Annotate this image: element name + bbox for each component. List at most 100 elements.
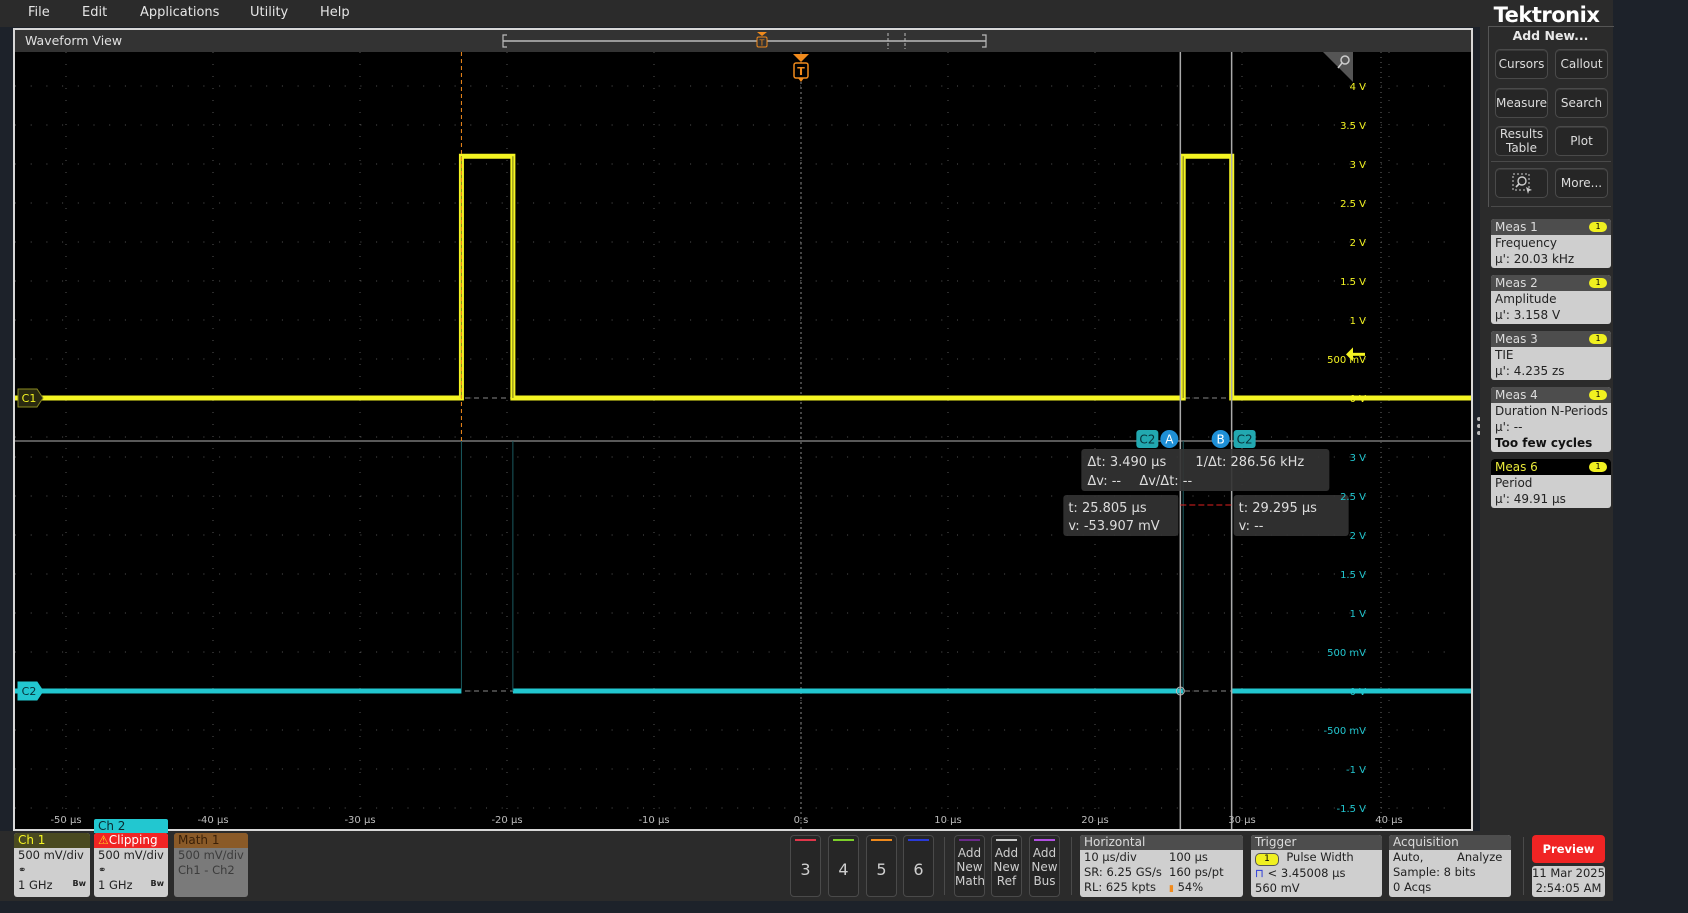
math1-badge[interactable]: Math 1 500 mV/div Ch1 - Ch2 [174, 833, 248, 897]
meas-source-badge: 1 [1589, 334, 1607, 344]
ch2-axis-label: -1.5 V [1336, 804, 1366, 815]
plot-button[interactable]: Plot [1555, 126, 1608, 156]
ch2-axis-label: 2.5 V [1340, 492, 1366, 503]
ch4-button[interactable]: 4 [828, 835, 859, 897]
menu-edit[interactable]: Edit [82, 5, 107, 20]
ch1-axis-label: 0 V [1350, 394, 1367, 405]
cursors-button[interactable]: Cursors [1495, 49, 1548, 79]
meas-1-type: Frequency [1495, 236, 1557, 250]
ch2-axis-label: -1 V [1346, 765, 1366, 776]
menu-applications[interactable]: Applications [140, 5, 219, 20]
trigger-level: 560 mV [1255, 881, 1300, 895]
add-new-heading: Add New... [1512, 28, 1589, 43]
ch3-color-bar [795, 839, 816, 841]
ch1-bandwidth: 1 GHz [18, 878, 53, 892]
window-bottom [0, 901, 1688, 913]
meas-3-type: TIE [1495, 348, 1514, 362]
ch1-offset-marker-label: C1 [22, 392, 37, 405]
trigger-condition: < 3.45008 µs [1267, 866, 1346, 880]
svg-text:T: T [759, 39, 765, 48]
meas-3-badge[interactable]: Meas 3 1 TIE µ': 4.235 zs [1491, 331, 1611, 380]
ch2-axis-label: 1 V [1350, 609, 1367, 620]
zoom-box-icon [1512, 173, 1532, 194]
preview-button[interactable]: Preview [1532, 835, 1605, 863]
acquisition-badge[interactable]: Acquisition Auto, Analyze Sample: 8 bits … [1389, 835, 1511, 897]
bus-color-bar [1034, 839, 1055, 841]
time-axis-label: -40 µs [197, 815, 228, 826]
date: 11 Mar 2025 [1532, 866, 1605, 880]
waveform-view-titlebar: Waveform View T [15, 30, 1471, 53]
ch6-button[interactable]: 6 [903, 835, 934, 897]
menu-utility[interactable]: Utility [250, 5, 288, 20]
menu-help[interactable]: Help [320, 5, 350, 20]
meas-3-title: Meas 3 [1495, 332, 1538, 346]
bandwidth-limit-icon: Bw [72, 879, 87, 888]
measure-button[interactable]: Measure [1495, 88, 1548, 118]
time-axis-label: 0 s [794, 815, 809, 826]
meas-4-type: Duration N-Periods [1495, 404, 1608, 418]
meas-6-value: µ': 49.91 µs [1495, 492, 1566, 506]
plot-area[interactable]: C2 A B C2 Δt: 3.490 µs 1/Δt: 286.56 kHz Δv: --… [15, 52, 1471, 829]
math1-expression: Ch1 - Ch2 [178, 863, 235, 877]
waveform-view[interactable]: Waveform View T C2 A B C2 Δt: 3.490 µs 1/Δt: … [13, 28, 1473, 831]
delta-v-value: Δv: -- [1087, 474, 1121, 489]
time-axis-label: 30 µs [1228, 815, 1255, 826]
sample-rate: SR: 6.25 GS/s [1084, 865, 1162, 879]
meas-source-badge: 1 [1589, 462, 1607, 472]
ch1-axis-label: 3 V [1350, 160, 1367, 171]
callout-button[interactable]: Callout [1555, 49, 1608, 79]
ch1-badge[interactable]: Ch 1 500 mV/div ⚭ 1 GHz Bw [14, 833, 90, 897]
pulse-icon: ⊓ [1255, 866, 1264, 880]
zoom-select-button[interactable] [1495, 168, 1548, 198]
divider [1523, 837, 1524, 895]
ch2-title-tab[interactable]: Ch 2 [94, 819, 168, 833]
add-new-bus-label: Add New Bus [1031, 846, 1058, 888]
divider [1491, 206, 1611, 207]
meas-1-title: Meas 1 [1495, 220, 1538, 234]
resolution: 160 ps/pt [1169, 865, 1224, 879]
ch2-axis-label: 2 V [1350, 531, 1367, 542]
ch4-label: 4 [838, 860, 849, 879]
meas-2-type: Amplitude [1495, 292, 1557, 306]
horizontal-badge[interactable]: Horizontal 10 µs/div 100 µs SR: 6.25 GS/s… [1080, 835, 1243, 897]
meas-2-badge[interactable]: Meas 2 1 Amplitude µ': 3.158 V [1491, 275, 1611, 324]
time-axis-label: -10 µs [638, 815, 669, 826]
ch3-button[interactable]: 3 [790, 835, 821, 897]
trigger-position-arrow[interactable] [793, 54, 809, 62]
add-new-math-button[interactable]: Add New Math [954, 835, 985, 897]
acquisition-analyze: Analyze [1457, 850, 1503, 864]
meas-4-value: µ': -- [1495, 420, 1523, 434]
add-new-math-label: Add New Math [955, 846, 986, 888]
meas-1-badge[interactable]: Meas 1 1 Frequency µ': 20.03 kHz [1491, 219, 1611, 268]
results-table-button[interactable]: Results Table [1495, 126, 1548, 156]
waveform-graticule[interactable]: C2 A B C2 Δt: 3.490 µs 1/Δt: 286.56 kHz Δv: --… [15, 52, 1471, 829]
trigger-badge[interactable]: Trigger 1 Pulse Width ⊓ < 3.45008 µs 560… [1251, 835, 1382, 897]
ch1-axis-label: 2.5 V [1340, 199, 1366, 210]
add-new-ref-button[interactable]: Add New Ref [991, 835, 1022, 897]
record-overview-bar[interactable]: T [15, 30, 1471, 52]
ch5-button[interactable]: 5 [866, 835, 897, 897]
ref-color-bar [996, 839, 1017, 841]
menu-bar: File Edit Applications Utility Help [0, 0, 1480, 27]
meas-6-badge[interactable]: Meas 6 1 Period µ': 49.91 µs [1491, 459, 1611, 508]
menu-file[interactable]: File [28, 5, 50, 20]
ch2-offset-marker-label: C2 [22, 685, 37, 698]
divider [1071, 837, 1072, 895]
horizontal-duration: 100 µs [1169, 850, 1208, 864]
search-button[interactable]: Search [1555, 88, 1608, 118]
add-new-bus-button[interactable]: Add New Bus [1029, 835, 1060, 897]
cursor-a-source-badge-label: C2 [1139, 433, 1155, 447]
record-length: RL: 625 kpts [1084, 880, 1156, 894]
ch2-axis-label: 3 V [1350, 453, 1367, 464]
cursor-a-time: t: 25.805 µs [1068, 501, 1147, 516]
meas-4-badge[interactable]: Meas 4 1 Duration N-Periods µ': -- Too fe… [1491, 387, 1611, 452]
cursor-b-handle-label: B [1217, 433, 1225, 447]
time-axis-label: -50 µs [50, 815, 81, 826]
ch2-badge[interactable]: ⚠Clipping 500 mV/div ⚭ 1 GHz Bw [94, 833, 168, 897]
ch4-color-bar [833, 839, 854, 841]
meas-4-title: Meas 4 [1495, 388, 1538, 402]
more-button[interactable]: More... [1555, 168, 1608, 198]
time: 2:54:05 AM [1535, 881, 1602, 895]
date-time-display[interactable]: 11 Mar 2025 2:54:05 AM [1532, 866, 1605, 897]
bandwidth-limit-icon: Bw [150, 879, 165, 888]
